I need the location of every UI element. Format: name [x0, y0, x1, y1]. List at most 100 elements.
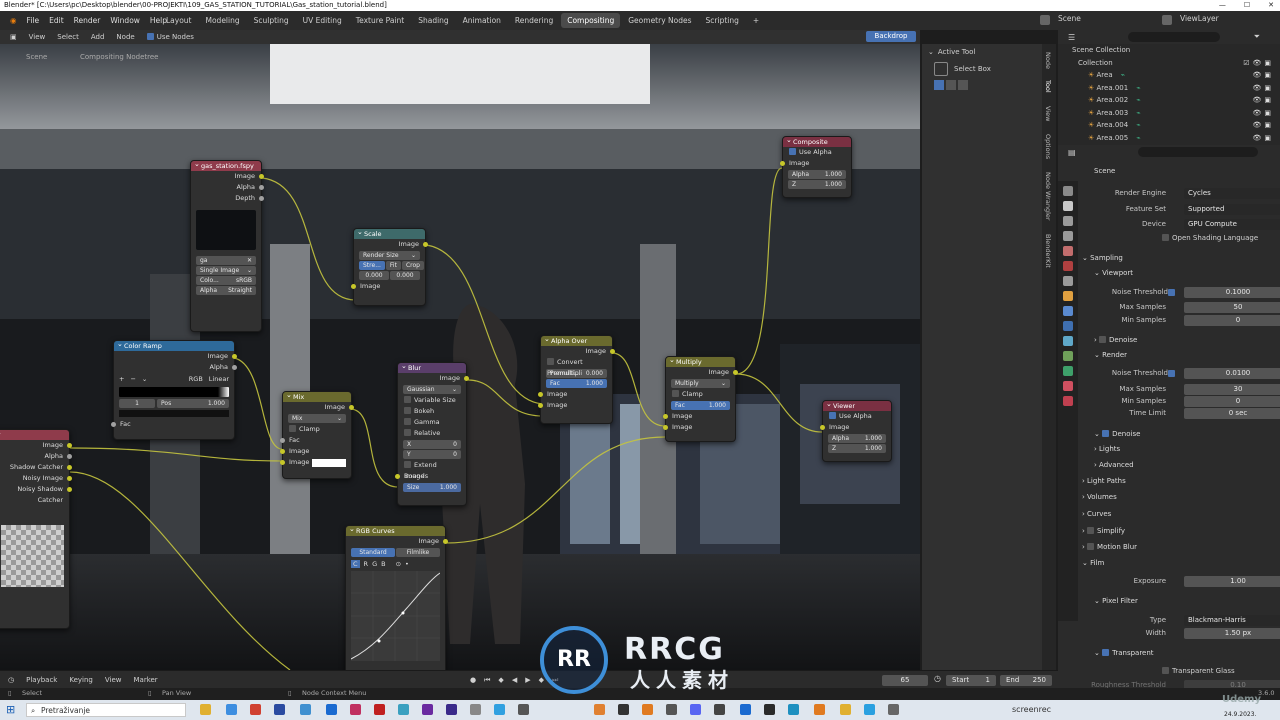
socket[interactable] — [733, 370, 738, 375]
advanced-subsection[interactable]: › Advanced — [1094, 459, 1134, 472]
film-section[interactable]: ⌄ Film — [1082, 557, 1104, 570]
viewer-node[interactable]: Viewer Use Alpha Image Alpha 1.000 Z 1.000 — [820, 399, 892, 462]
photoshop-icon[interactable] — [274, 704, 285, 715]
taskbar-search[interactable]: ⌕ Pretraživanje — [26, 703, 186, 717]
r-max-field[interactable]: 30 — [1184, 384, 1280, 395]
physics-tab-icon[interactable] — [1063, 336, 1073, 346]
multiply-clamp-toggle[interactable]: Clamp — [666, 389, 735, 400]
socket[interactable] — [780, 161, 785, 166]
blur-extend-bounds[interactable]: Extend Bounds — [398, 460, 466, 480]
viewer-alpha-field[interactable]: Alpha 1.000 — [828, 434, 886, 443]
output-tab-icon[interactable] — [1063, 216, 1073, 226]
outliner-item[interactable]: ☀ Area.003 ⌁ 👁▣ — [1058, 107, 1280, 120]
view-layer-tab-icon[interactable] — [1063, 231, 1073, 241]
socket[interactable] — [443, 539, 448, 544]
scale-mode-select[interactable]: Render Size ⌄ — [359, 251, 420, 260]
blur-y-field[interactable]: Y0 — [403, 450, 461, 459]
socket[interactable] — [538, 392, 543, 397]
app-icon[interactable] — [618, 704, 629, 715]
tab-compositing[interactable]: Compositing — [561, 13, 621, 28]
tab-scripting[interactable]: Scripting — [700, 13, 745, 28]
socket[interactable] — [67, 454, 72, 459]
socket[interactable] — [67, 443, 72, 448]
constraints-tab-icon[interactable] — [1063, 351, 1073, 361]
offset-x-field[interactable]: 0.000 — [359, 271, 389, 280]
app-icon[interactable] — [300, 704, 311, 715]
windows-start-icon[interactable]: ⊞ — [6, 703, 15, 716]
menu-marker[interactable]: Marker — [133, 676, 157, 684]
play-icon[interactable]: ▶ — [525, 676, 530, 684]
app-icon[interactable] — [840, 704, 851, 715]
render-tab-icon[interactable] — [1063, 201, 1073, 211]
socket[interactable] — [259, 196, 264, 201]
channel-r[interactable]: R — [364, 560, 369, 568]
r-min-field[interactable]: 0 — [1184, 396, 1280, 407]
remove-stop-icon[interactable]: − — [130, 375, 135, 383]
blur-bokeh[interactable]: Bokeh — [398, 406, 466, 417]
particles-tab-icon[interactable] — [1063, 321, 1073, 331]
app-icon[interactable] — [374, 704, 385, 715]
composite-use-alpha[interactable]: Use Alpha — [783, 147, 851, 158]
channel-c[interactable]: C — [351, 560, 360, 568]
visibility-icons[interactable]: 👁▣ — [1252, 119, 1274, 132]
blur-x-field[interactable]: X0 — [403, 440, 461, 449]
app-icon[interactable] — [888, 704, 899, 715]
socket[interactable] — [820, 425, 825, 430]
modifier-tab-icon[interactable] — [1063, 306, 1073, 316]
menu-timeline-view[interactable]: View — [105, 676, 122, 684]
curve-graph[interactable] — [350, 571, 441, 661]
ramp-stop-color[interactable] — [119, 410, 229, 417]
properties-search[interactable] — [1138, 147, 1258, 157]
image-node[interactable]: gas_station.fspy Image Alpha Depth ga ✕ S… — [190, 159, 264, 332]
scene-icon[interactable] — [1040, 15, 1050, 25]
vp-max-field[interactable]: 50 — [1184, 302, 1280, 313]
device-select[interactable]: GPU Compute — [1184, 219, 1280, 230]
socket[interactable] — [423, 242, 428, 247]
socket[interactable] — [67, 487, 72, 492]
tab-animation[interactable]: Animation — [457, 13, 507, 28]
options-icon[interactable]: • — [405, 560, 409, 568]
menu-keying[interactable]: Keying — [69, 676, 93, 684]
socket[interactable] — [259, 174, 264, 179]
filter-width-field[interactable]: 1.50 px — [1184, 628, 1280, 639]
ramp-pos-field[interactable]: Pos 1.000 — [157, 399, 229, 408]
socket[interactable] — [259, 185, 264, 190]
texture-tab-icon[interactable] — [1063, 396, 1073, 406]
blur-type-select[interactable]: Gaussian ⌄ — [403, 385, 461, 394]
record-icon[interactable]: ● — [470, 676, 476, 684]
image-colorspace-select[interactable]: Colo... sRGB — [196, 276, 256, 285]
data-tab-icon[interactable] — [1063, 366, 1073, 376]
app-icon[interactable] — [350, 704, 361, 715]
app-icon[interactable] — [494, 704, 505, 715]
app-icon[interactable] — [326, 704, 337, 715]
menu-playback[interactable]: Playback — [26, 676, 57, 684]
visibility-icons[interactable]: 👁▣ — [1252, 69, 1274, 82]
feature-set-select[interactable]: Supported — [1184, 204, 1280, 215]
outliner-collection[interactable]: Collection ☑👁▣ — [1058, 57, 1280, 70]
multiply-mode-select[interactable]: Multiply ⌄ — [671, 379, 730, 388]
chrome-icon[interactable] — [226, 704, 237, 715]
viewport-subsection[interactable]: ⌄ Viewport — [1094, 267, 1133, 280]
backdrop-button[interactable]: Backdrop — [866, 31, 916, 42]
mix-mode-select[interactable]: Mix ⌄ — [288, 414, 346, 423]
volumes-section[interactable]: › Volumes — [1082, 491, 1117, 504]
outliner-item[interactable]: ☀ Area.005 ⌁ 👁▣ — [1058, 132, 1280, 145]
mix-color-swatch[interactable] — [312, 459, 346, 467]
menu-view[interactable]: View — [29, 33, 46, 41]
end-frame-field[interactable]: End 250 — [1000, 675, 1052, 686]
exposure-field[interactable]: 1.00 — [1184, 576, 1280, 587]
multiply-fac-field[interactable]: Fac 1.000 — [671, 401, 730, 410]
app-icon[interactable] — [518, 704, 529, 715]
pixel-filter-subsection[interactable]: ⌄ Pixel Filter — [1094, 595, 1138, 608]
offset-y-field[interactable]: 0.000 — [390, 271, 420, 280]
tab-modeling[interactable]: Modeling — [200, 13, 246, 28]
menu-render[interactable]: Render — [74, 16, 101, 25]
socket[interactable] — [610, 349, 615, 354]
maximize-icon[interactable]: ☐ — [1244, 0, 1250, 11]
timeline-type-icon[interactable]: ◷ — [8, 676, 14, 684]
app-icon[interactable] — [740, 704, 751, 715]
tab-view[interactable]: View — [1044, 106, 1052, 121]
viewer-z-field[interactable]: Z 1.000 — [828, 444, 886, 453]
outliner-item[interactable]: ☀ Area.002 ⌁ 👁▣ — [1058, 94, 1280, 107]
world-tab-icon[interactable] — [1063, 261, 1073, 271]
